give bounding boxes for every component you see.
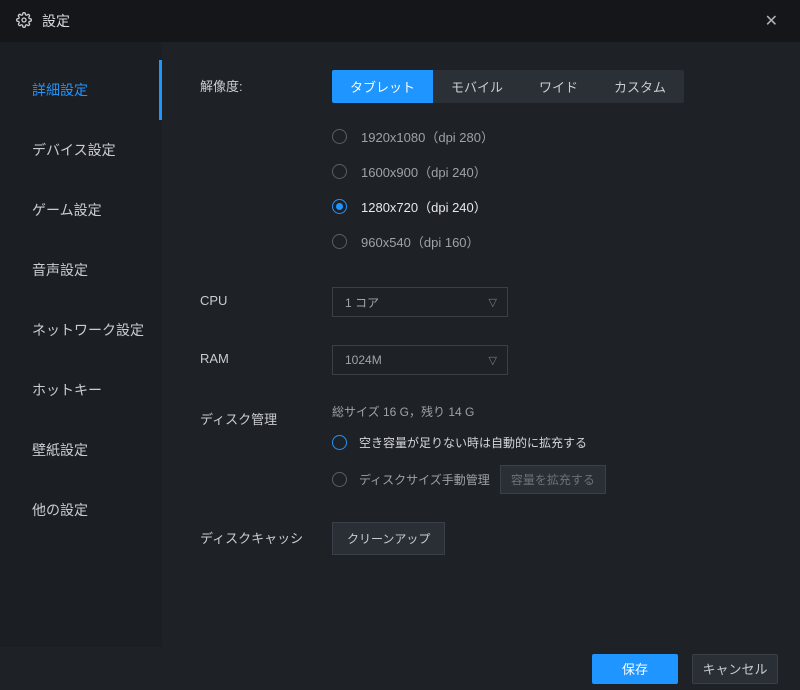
resolution-tab-3[interactable]: カスタム xyxy=(596,70,684,103)
disk-status: 総サイズ 16 G，残り 14 G xyxy=(332,403,770,420)
resolution-option-label: 1280x720（dpi 240） xyxy=(361,197,487,216)
chevron-down-icon: ▽ xyxy=(489,296,497,309)
cpu-value: 1 コア xyxy=(345,294,379,311)
sidebar-item-6[interactable]: 壁紙設定 xyxy=(0,420,162,480)
cache-label: ディスクキャッシ xyxy=(200,522,332,547)
resolution-option-1[interactable]: 1600x900（dpi 240） xyxy=(332,154,770,189)
close-icon[interactable]: ✕ xyxy=(759,7,784,35)
resolution-tab-1[interactable]: モバイル xyxy=(433,70,521,103)
gear-icon xyxy=(16,12,32,31)
resolution-option-0[interactable]: 1920x1080（dpi 280） xyxy=(332,119,770,154)
titlebar: 設定 ✕ xyxy=(0,0,800,42)
radio-icon xyxy=(332,472,347,487)
sidebar: 詳細設定デバイス設定ゲーム設定音声設定ネットワーク設定ホットキー壁紙設定他の設定 xyxy=(0,42,162,647)
content-pane: 解像度: タブレットモバイルワイドカスタム 1920x1080（dpi 280）… xyxy=(162,42,800,647)
radio-icon xyxy=(332,435,347,450)
resolution-tabs: タブレットモバイルワイドカスタム xyxy=(332,70,684,103)
radio-icon xyxy=(332,129,347,144)
cpu-label: CPU xyxy=(200,287,332,308)
resolution-option-3[interactable]: 960x540（dpi 160） xyxy=(332,224,770,259)
sidebar-item-4[interactable]: ネットワーク設定 xyxy=(0,300,162,360)
footer: 保存 キャンセル xyxy=(0,647,800,690)
save-button[interactable]: 保存 xyxy=(592,654,678,684)
ram-select[interactable]: 1024M ▽ xyxy=(332,345,508,375)
resolution-option-label: 1600x900（dpi 240） xyxy=(361,162,487,181)
disk-label: ディスク管理 xyxy=(200,403,332,428)
resolution-label: 解像度: xyxy=(200,70,332,95)
chevron-down-icon: ▽ xyxy=(489,354,497,367)
resolution-option-label: 960x540（dpi 160） xyxy=(361,232,480,251)
ram-label: RAM xyxy=(200,345,332,366)
window-title: 設定 xyxy=(42,11,70,31)
resolution-options: 1920x1080（dpi 280） 1600x900（dpi 240） 1280x… xyxy=(332,119,770,259)
ram-value: 1024M xyxy=(345,353,382,367)
disk-option-label: ディスクサイズ手動管理 xyxy=(359,471,490,488)
disk-expand-button[interactable]: 容量を拡充する xyxy=(500,465,606,494)
sidebar-item-2[interactable]: ゲーム設定 xyxy=(0,180,162,240)
radio-icon xyxy=(332,164,347,179)
resolution-option-label: 1920x1080（dpi 280） xyxy=(361,127,494,146)
sidebar-item-0[interactable]: 詳細設定 xyxy=(0,60,162,120)
sidebar-item-3[interactable]: 音声設定 xyxy=(0,240,162,300)
cancel-button[interactable]: キャンセル xyxy=(692,654,778,684)
radio-icon xyxy=(332,199,347,214)
sidebar-item-5[interactable]: ホットキー xyxy=(0,360,162,420)
sidebar-item-1[interactable]: デバイス設定 xyxy=(0,120,162,180)
disk-option-0[interactable]: 空き容量が足りない時は自動的に拡充する xyxy=(332,434,770,451)
cpu-select[interactable]: 1 コア ▽ xyxy=(332,287,508,317)
disk-option-label: 空き容量が足りない時は自動的に拡充する xyxy=(359,434,587,451)
resolution-option-2[interactable]: 1280x720（dpi 240） xyxy=(332,189,770,224)
radio-icon xyxy=(332,234,347,249)
resolution-tab-2[interactable]: ワイド xyxy=(521,70,596,103)
cleanup-button[interactable]: クリーンアップ xyxy=(332,522,445,555)
resolution-tab-0[interactable]: タブレット xyxy=(332,70,433,103)
disk-option-1[interactable]: ディスクサイズ手動管理容量を拡充する xyxy=(332,465,770,494)
sidebar-item-7[interactable]: 他の設定 xyxy=(0,480,162,540)
